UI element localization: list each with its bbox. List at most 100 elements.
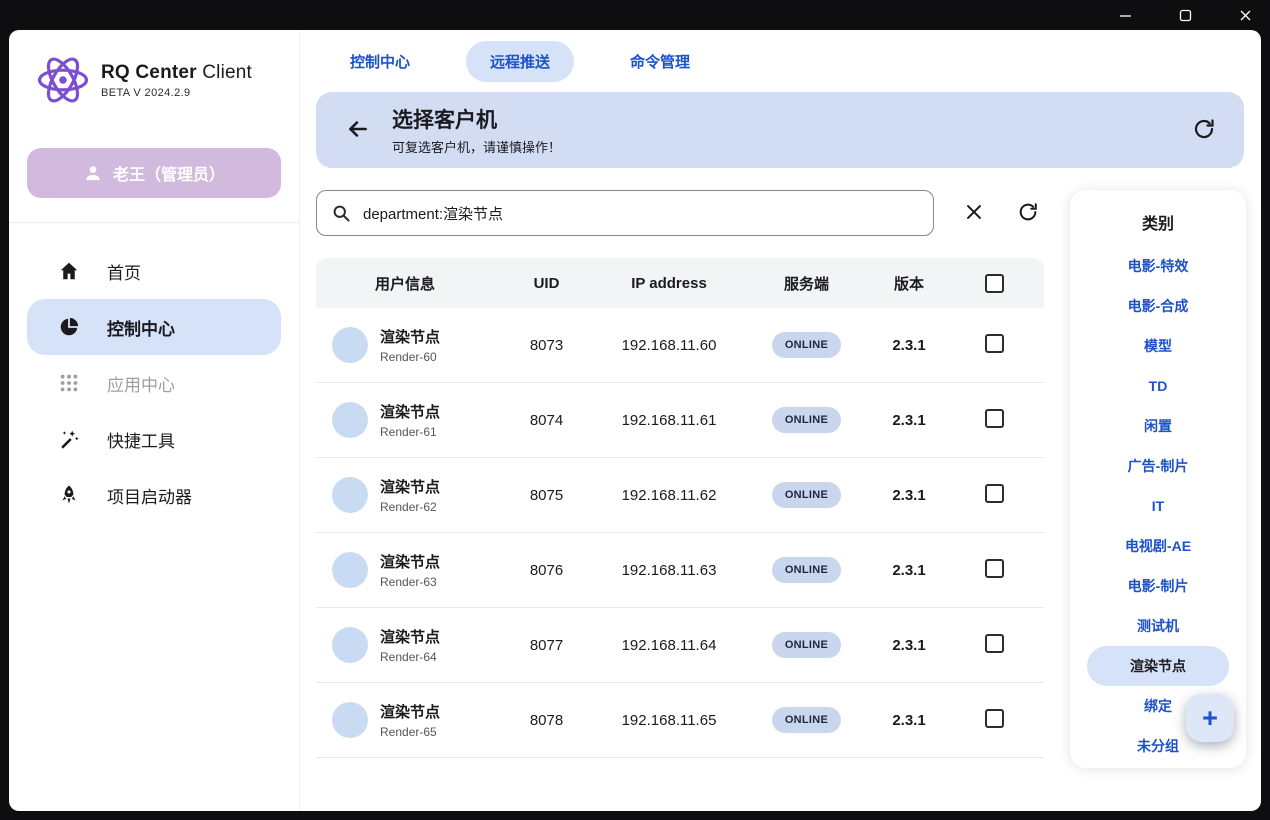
row-checkbox[interactable] xyxy=(985,709,1004,728)
category-item[interactable]: IT xyxy=(1087,486,1229,526)
main-content: 控制中心远程推送命令管理 选择客户机 可复选客户机，请谨慎操作！ xyxy=(300,30,1261,811)
client-uid: 8074 xyxy=(494,412,599,429)
client-version: 2.3.1 xyxy=(874,562,944,579)
row-checkbox[interactable] xyxy=(985,634,1004,653)
row-checkbox[interactable] xyxy=(985,484,1004,503)
category-item[interactable]: 模型 xyxy=(1087,326,1229,366)
status-badge: ONLINE xyxy=(772,332,841,358)
search-input[interactable] xyxy=(361,204,919,223)
table-row: 渲染节点Render-658078192.168.11.65ONLINE2.3.… xyxy=(316,683,1044,758)
close-button[interactable] xyxy=(1234,4,1256,26)
category-item[interactable]: TD xyxy=(1087,366,1229,406)
client-name: 渲染节点 xyxy=(380,551,440,572)
category-item[interactable]: 电影-合成 xyxy=(1087,286,1229,326)
sidebar-nav: 首页控制中心应用中心快捷工具项目启动器 xyxy=(9,243,299,523)
client-avatar xyxy=(332,402,368,438)
maximize-button[interactable] xyxy=(1174,4,1196,26)
sidebar-item-app-center[interactable]: 应用中心 xyxy=(27,355,281,411)
refresh-icon xyxy=(1192,117,1216,141)
plus-icon: + xyxy=(1202,703,1218,734)
client-version: 2.3.1 xyxy=(874,712,944,729)
client-uid: 8078 xyxy=(494,712,599,729)
category-item[interactable]: 测试机 xyxy=(1087,606,1229,646)
table-body: 渲染节点Render-608073192.168.11.60ONLINE2.3.… xyxy=(316,308,1044,758)
sidebar-item-label: 控制中心 xyxy=(107,315,175,340)
app-title: RQ Center Client xyxy=(101,62,252,84)
category-item[interactable]: 电视剧-AE xyxy=(1087,526,1229,566)
client-ip: 192.168.11.62 xyxy=(599,487,739,504)
client-name: 渲染节点 xyxy=(380,701,440,722)
user-name: 老王（管理员） xyxy=(113,161,225,185)
select-all-checkbox[interactable] xyxy=(985,274,1004,293)
sidebar-item-control-center[interactable]: 控制中心 xyxy=(27,299,281,355)
client-uid: 8073 xyxy=(494,337,599,354)
arrow-left-icon xyxy=(345,116,371,142)
table-row: 渲染节点Render-608073192.168.11.60ONLINE2.3.… xyxy=(316,308,1044,383)
sidebar-item-quick-tools[interactable]: 快捷工具 xyxy=(27,411,281,467)
sidebar-item-label: 快捷工具 xyxy=(107,427,175,452)
table-row: 渲染节点Render-638076192.168.11.63ONLINE2.3.… xyxy=(316,533,1044,608)
category-item[interactable]: 广告-制片 xyxy=(1087,446,1229,486)
home-icon xyxy=(57,259,81,283)
search-row xyxy=(316,190,1044,236)
tab-remote-push[interactable]: 远程推送 xyxy=(466,41,574,82)
user-badge[interactable]: 老王（管理员） xyxy=(27,148,281,198)
grid-icon xyxy=(57,371,81,395)
client-hostname: Render-62 xyxy=(380,500,440,514)
user-icon xyxy=(83,163,103,183)
sidebar: RQ Center Client BETA V 2024.2.9 老王（管理员）… xyxy=(9,30,300,811)
category-item[interactable]: 电影-制片 xyxy=(1087,566,1229,606)
row-checkbox[interactable] xyxy=(985,409,1004,428)
status-badge: ONLINE xyxy=(772,482,841,508)
client-hostname: Render-65 xyxy=(380,725,440,739)
atom-logo-icon xyxy=(33,50,93,110)
tab-control-center[interactable]: 控制中心 xyxy=(326,41,434,82)
client-version: 2.3.1 xyxy=(874,337,944,354)
table-header: 用户信息UIDIP address服务端版本 xyxy=(316,258,1044,308)
client-version: 2.3.1 xyxy=(874,412,944,429)
client-ip: 192.168.11.65 xyxy=(599,712,739,729)
category-item[interactable]: 渲染节点 xyxy=(1087,646,1229,686)
category-item[interactable]: 闲置 xyxy=(1087,406,1229,446)
column-header: 版本 xyxy=(874,273,944,294)
client-name: 渲染节点 xyxy=(380,626,440,647)
category-item[interactable]: 电影-特效 xyxy=(1087,246,1229,286)
page-header-banner: 选择客户机 可复选客户机，请谨慎操作！ xyxy=(316,92,1244,168)
refresh-button[interactable] xyxy=(1190,116,1218,144)
column-header: 服务端 xyxy=(739,273,874,294)
top-tabs: 控制中心远程推送命令管理 xyxy=(316,38,1244,84)
app-brand: RQ Center Client BETA V 2024.2.9 xyxy=(9,50,299,110)
row-checkbox[interactable] xyxy=(985,559,1004,578)
category-panel-title: 类别 xyxy=(1070,210,1246,234)
sidebar-item-project-launcher[interactable]: 项目启动器 xyxy=(27,467,281,523)
client-avatar xyxy=(332,477,368,513)
row-checkbox[interactable] xyxy=(985,334,1004,353)
close-icon xyxy=(1239,9,1252,22)
client-version: 2.3.1 xyxy=(874,637,944,654)
sidebar-item-label: 项目启动器 xyxy=(107,483,192,508)
sidebar-item-home[interactable]: 首页 xyxy=(27,243,281,299)
table-row: 渲染节点Render-648077192.168.11.64ONLINE2.3.… xyxy=(316,608,1044,683)
add-category-button[interactable]: + xyxy=(1186,694,1234,742)
clear-search-button[interactable] xyxy=(960,199,988,227)
client-hostname: Render-64 xyxy=(380,650,440,664)
client-avatar xyxy=(332,552,368,588)
client-name: 渲染节点 xyxy=(380,326,440,347)
client-hostname: Render-60 xyxy=(380,350,440,364)
maximize-icon xyxy=(1179,9,1192,22)
rocket-icon xyxy=(57,483,81,507)
minimize-icon xyxy=(1119,9,1132,22)
client-uid: 8077 xyxy=(494,637,599,654)
page-subtitle: 可复选客户机，请谨慎操作！ xyxy=(392,137,561,156)
minimize-button[interactable] xyxy=(1114,4,1136,26)
refresh-icon xyxy=(1017,201,1039,223)
status-badge: ONLINE xyxy=(772,557,841,583)
refresh-list-button[interactable] xyxy=(1014,199,1042,227)
client-avatar xyxy=(332,702,368,738)
control-center-icon xyxy=(57,315,81,339)
back-button[interactable] xyxy=(342,114,374,146)
table-row: 渲染节点Render-618074192.168.11.61ONLINE2.3.… xyxy=(316,383,1044,458)
tab-command-management[interactable]: 命令管理 xyxy=(606,41,714,82)
table-row: 渲染节点Render-628075192.168.11.62ONLINE2.3.… xyxy=(316,458,1044,533)
column-header: 用户信息 xyxy=(316,273,494,294)
